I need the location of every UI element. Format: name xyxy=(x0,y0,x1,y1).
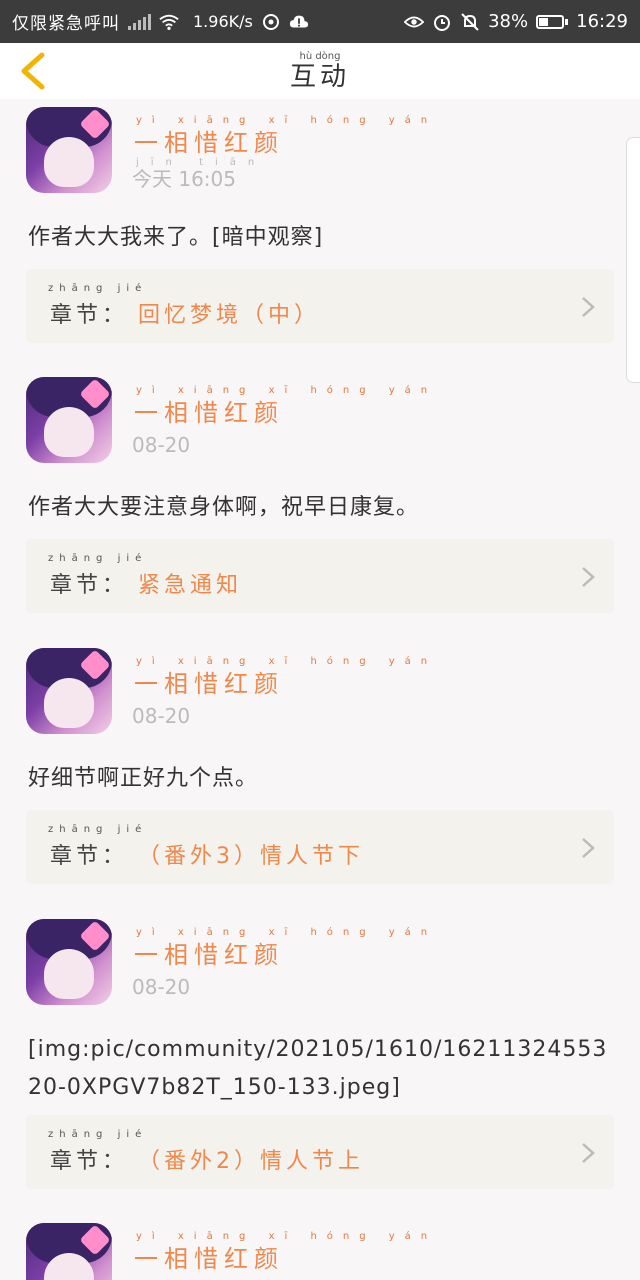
mute-icon xyxy=(460,12,480,32)
username[interactable]: 一相惜红颜 xyxy=(134,664,284,699)
comment-item: yì xiāng xī hóng yán 一相惜红颜 08-20 作者大大要注意… xyxy=(0,369,640,639)
username[interactable]: 一相惜红颜 xyxy=(134,935,284,970)
avatar[interactable] xyxy=(26,377,112,463)
chapter-label: 章节： xyxy=(50,844,129,869)
comment-time: 今天 16:05 xyxy=(132,167,236,191)
avatar[interactable] xyxy=(26,107,112,193)
back-button[interactable] xyxy=(14,51,54,91)
chapter-label: 章节： xyxy=(50,1149,129,1174)
chapter-link[interactable]: zhāng jié 章节： 回忆梦境（中） xyxy=(26,269,614,343)
comment-item: yì xiāng xī hóng yán 一相惜红颜 08-20 好细节啊正好九… xyxy=(0,640,640,910)
eye-icon xyxy=(404,12,425,32)
chevron-left-icon xyxy=(21,52,45,90)
comment-item: yì xiāng xī hóng yán 一相惜红颜 jīn tiān 今天 1… xyxy=(0,99,640,367)
username[interactable]: 一相惜红颜 xyxy=(134,393,284,428)
network-speed: 1.96K/s xyxy=(193,12,253,31)
chapter-link[interactable]: zhāng jié 章节： 紧急通知 xyxy=(26,539,614,613)
comment-time: 08-20 xyxy=(132,433,191,457)
signal-icon xyxy=(128,13,151,30)
comment-item: yì xiāng xī hóng yán 一相惜红颜 xyxy=(0,1215,640,1280)
chapter-label: 章节： xyxy=(50,573,129,598)
chevron-right-icon xyxy=(582,297,595,317)
page-title: 互动 xyxy=(289,62,350,92)
chapter-title: （番外3）情人节下 xyxy=(138,844,364,869)
comment-time: 08-20 xyxy=(132,704,191,728)
chapter-link[interactable]: zhāng jié 章节： （番外2）情人节上 xyxy=(26,1115,614,1189)
chevron-right-icon xyxy=(582,567,595,587)
comment-text: 作者大大要注意身体啊，祝早日康复。 xyxy=(28,495,420,520)
avatar[interactable] xyxy=(26,1223,112,1280)
avatar[interactable] xyxy=(26,648,112,734)
comment-feed[interactable]: yì xiāng xī hóng yán 一相惜红颜 jīn tiān 今天 1… xyxy=(0,99,640,1280)
chapter-label-pinyin: zhāng jié xyxy=(48,553,148,564)
battery-percent: 38% xyxy=(488,11,529,32)
alarm-icon xyxy=(432,12,452,32)
comment-text: 好细节啊正好九个点。 xyxy=(28,766,259,791)
chapter-label-pinyin: zhāng jié xyxy=(48,1129,148,1140)
top-bar: hù dòng 互动 xyxy=(0,43,640,99)
chapter-label: 章节： xyxy=(50,303,129,328)
comment-text: [img:pic/community/202105/1610/162113245… xyxy=(28,1037,608,1100)
clock-text: 16:29 xyxy=(576,11,628,32)
comment-time: 08-20 xyxy=(132,975,191,999)
chevron-right-icon xyxy=(582,838,595,858)
username[interactable]: 一相惜红颜 xyxy=(134,1239,284,1274)
chapter-label-pinyin: zhāng jié xyxy=(48,283,148,294)
comment-text: 作者大大我来了。[暗中观察] xyxy=(28,225,324,250)
avatar[interactable] xyxy=(26,919,112,1005)
username[interactable]: 一相惜红颜 xyxy=(134,123,284,158)
carrier-text: 仅限紧急呼叫 xyxy=(12,14,120,34)
wifi-icon xyxy=(159,12,179,32)
chapter-title: （番外2）情人节上 xyxy=(138,1149,364,1174)
status-bar: 仅限紧急呼叫 1.96K/s 38% 16:29 xyxy=(0,0,640,43)
battery-icon xyxy=(536,14,569,29)
scroll-indicator[interactable] xyxy=(626,137,640,383)
chapter-label-pinyin: zhāng jié xyxy=(48,824,148,835)
cloud-alert-icon xyxy=(289,12,309,32)
chapter-link[interactable]: zhāng jié 章节： （番外3）情人节下 xyxy=(26,810,614,884)
chevron-right-icon xyxy=(582,1143,595,1163)
sync-icon xyxy=(261,12,281,32)
comment-item: yì xiāng xī hóng yán 一相惜红颜 08-20 [img:pi… xyxy=(0,911,640,1215)
chapter-title: 紧急通知 xyxy=(138,573,243,598)
chapter-title: 回忆梦境（中） xyxy=(138,303,321,328)
